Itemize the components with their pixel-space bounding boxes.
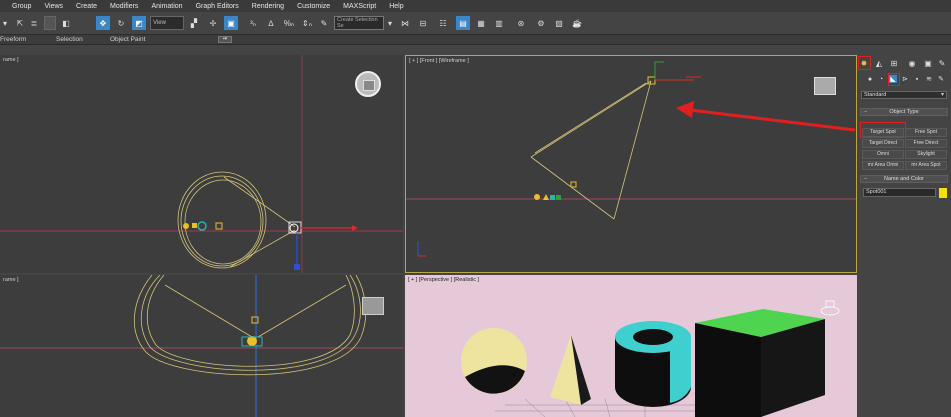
annotation-arrow-line: [689, 108, 856, 132]
annotation-overlay: [676, 101, 856, 132]
annotation-arrow-head: [676, 101, 694, 118]
